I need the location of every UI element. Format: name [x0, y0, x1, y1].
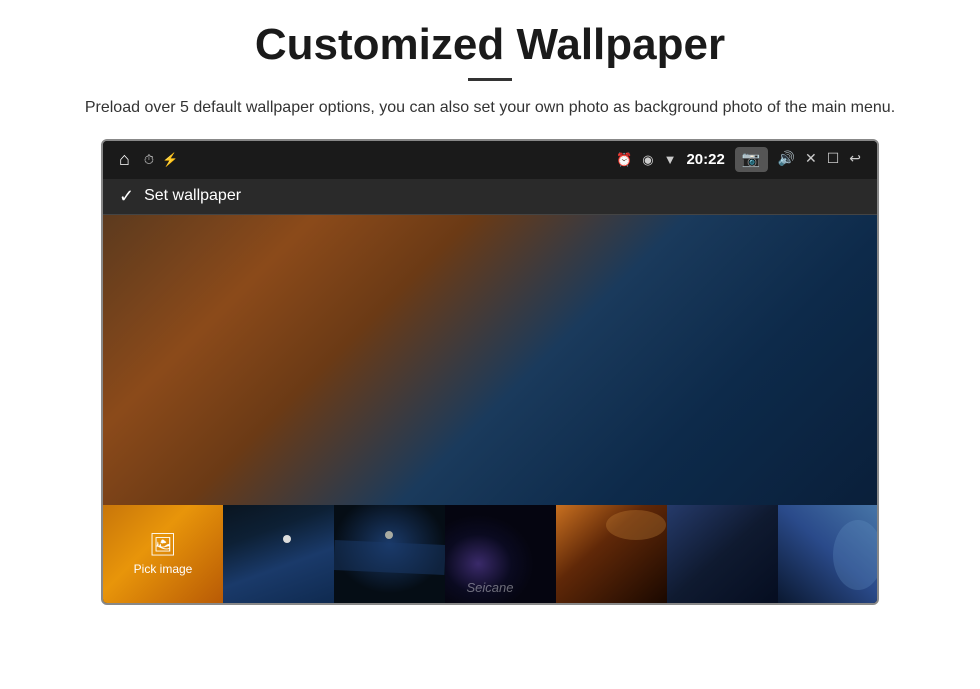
thumb-svg-4 [556, 505, 667, 603]
location-icon: ◉ [642, 152, 653, 168]
page-subtitle: Preload over 5 default wallpaper options… [85, 95, 895, 121]
status-bar: ⌂ ⏱ ⚡ ⏰ ◉ ▼ 20:22 📷 🔊 ✕ ☐ ↩ [103, 141, 877, 179]
usb-icon: ⚡ [162, 152, 178, 168]
page-wrapper: Customized Wallpaper Preload over 5 defa… [0, 0, 980, 625]
pick-image-label: Pick image [134, 562, 193, 576]
thumbnail-strip: 🖼 Pick image [103, 505, 877, 603]
alarm-icon: ⏰ [616, 152, 632, 168]
thumb-svg-2 [334, 505, 445, 603]
window-icon[interactable]: ☐ [827, 151, 840, 168]
close-icon[interactable]: ✕ [805, 151, 817, 168]
wallpaper-thumb-4[interactable] [556, 505, 667, 603]
wallpaper-thumb-6[interactable] [778, 505, 877, 603]
home-icon[interactable]: ⌂ [119, 149, 130, 170]
status-right: ⏰ ◉ ▼ 20:22 📷 🔊 ✕ ☐ ↩ [616, 147, 861, 172]
action-icons: 🔊 ✕ ☐ ↩ [778, 151, 861, 168]
volume-icon[interactable]: 🔊 [778, 151, 795, 168]
back-icon[interactable]: ↩ [849, 151, 861, 168]
wallpaper-header-bar: ✓ Set wallpaper [103, 179, 877, 215]
set-wallpaper-label: Set wallpaper [144, 187, 241, 205]
wallpaper-thumb-3[interactable] [445, 505, 556, 603]
check-icon: ✓ [119, 186, 134, 207]
time-display: 20:22 [686, 151, 724, 168]
camera-icon: 📷 [742, 150, 761, 169]
wallpaper-thumb-5[interactable] [667, 505, 778, 603]
pick-image-icon: 🖼 [149, 532, 177, 558]
pick-image-thumb[interactable]: 🖼 Pick image [103, 505, 223, 603]
status-left: ⌂ ⏱ ⚡ [119, 149, 178, 170]
clock-icon: ⏱ [144, 152, 154, 168]
thumbnail-strip-inner: 🖼 Pick image [103, 505, 877, 603]
thumb-svg-5 [667, 505, 778, 603]
wallpaper-thumb-2[interactable] [334, 505, 445, 603]
left-status-icons: ⏱ ⚡ [144, 152, 178, 168]
wallpaper-thumb-1[interactable] [223, 505, 334, 603]
camera-button[interactable]: 📷 [735, 147, 768, 172]
signal-icon: ▼ [664, 152, 677, 168]
thumb-svg-3 [445, 505, 556, 603]
thumb-svg-6 [778, 505, 877, 603]
wallpaper-preview [103, 215, 877, 505]
device-screen: ⌂ ⏱ ⚡ ⏰ ◉ ▼ 20:22 📷 🔊 ✕ ☐ ↩ [101, 139, 879, 605]
moon-detail [283, 535, 291, 543]
page-title: Customized Wallpaper [255, 20, 725, 70]
title-divider [468, 78, 512, 81]
